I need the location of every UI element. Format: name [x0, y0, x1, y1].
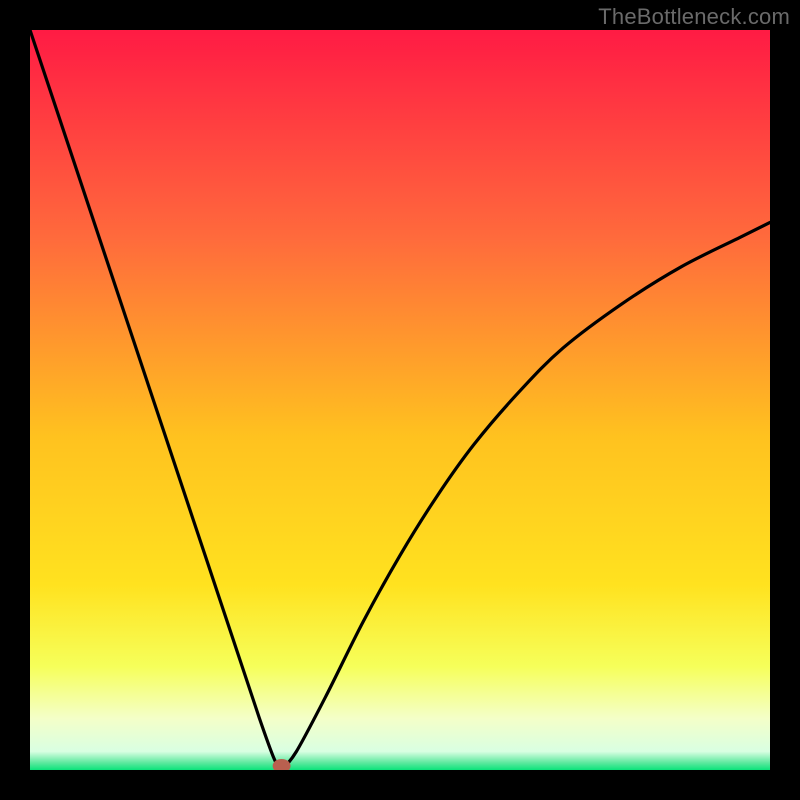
chart-svg [30, 30, 770, 770]
plot-area [30, 30, 770, 770]
gradient-background [30, 30, 770, 770]
chart-frame: TheBottleneck.com [0, 0, 800, 800]
attribution-text: TheBottleneck.com [598, 4, 790, 30]
